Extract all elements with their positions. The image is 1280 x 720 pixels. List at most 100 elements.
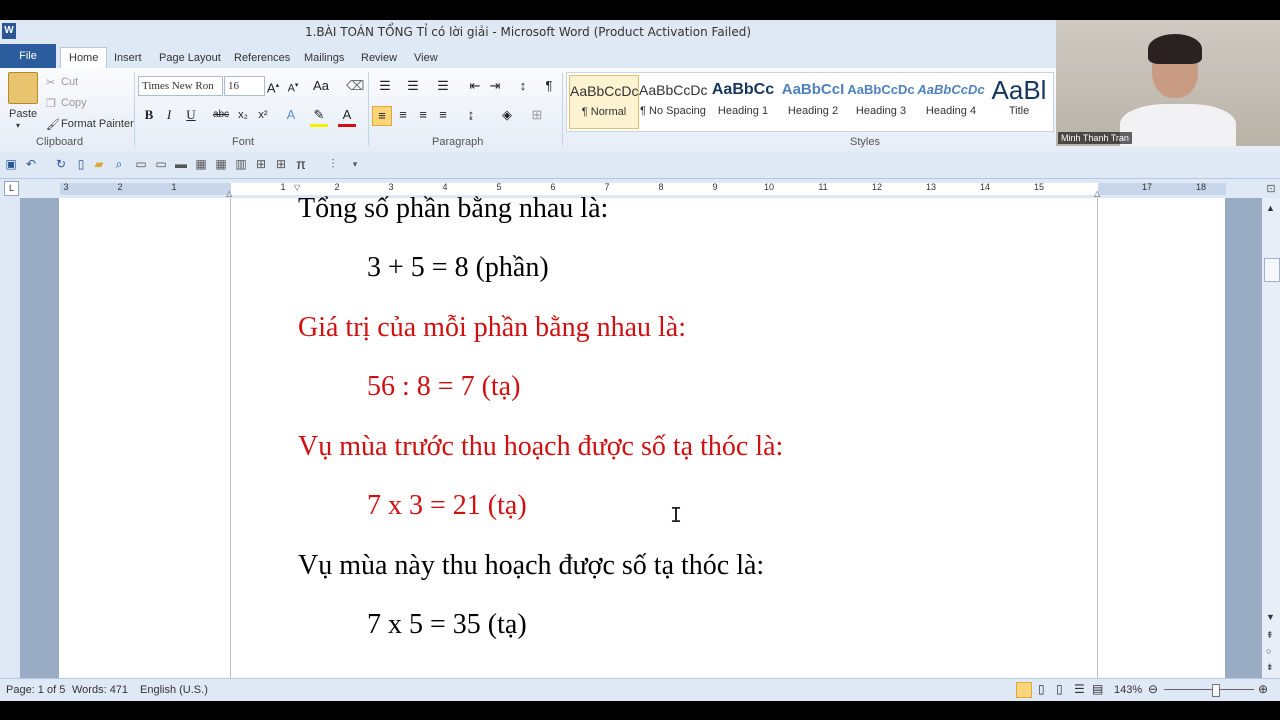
show-formatting-icon[interactable]: ¶ [540,77,558,95]
draft-icon[interactable]: ▤ [1092,682,1103,696]
align-right-icon[interactable]: ≡ [414,106,432,124]
table-columns-icon[interactable]: ▥ [234,157,248,171]
zoom-out-icon[interactable]: ⊖ [1148,682,1158,696]
table-delete-icon[interactable]: ▬ [174,157,188,171]
format-painter-icon[interactable]: 🖌 [46,118,60,131]
text-effects-icon[interactable]: A [282,106,300,124]
table-row-icon[interactable]: ▭ [134,157,148,171]
style-heading-2[interactable]: AaBbCcI Heading 2 [779,75,847,127]
webcam-name-label: Minh Thanh Tran [1058,132,1132,144]
cut-button[interactable]: Cut [61,76,78,88]
increase-indent-icon[interactable]: ⇥ [486,77,504,95]
style-preview: AaBbCcDc [917,82,985,97]
strikethrough-icon[interactable]: abc [212,106,230,124]
paste-icon[interactable] [8,72,38,104]
justify-icon[interactable]: ≡ [434,106,452,124]
tab-view[interactable]: View [406,48,446,68]
superscript-icon[interactable]: x² [254,106,272,124]
right-indent-marker-icon[interactable]: △ [1094,189,1100,198]
next-page-icon[interactable]: ⇟ [1266,662,1274,673]
decrease-indent-icon[interactable]: ⇤ [466,77,484,95]
select-browse-object-icon[interactable]: ○ [1266,646,1271,656]
font-name-combo[interactable]: Times New Ron [138,76,223,96]
tab-selector-icon[interactable]: L [4,181,19,196]
style-no-spacing[interactable]: AaBbCcDc ¶ No Spacing [639,75,707,127]
language[interactable]: English (U.S.) [140,684,208,696]
previous-page-icon[interactable]: ⇞ [1266,630,1274,641]
print-layout-icon[interactable] [1016,682,1032,698]
tab-page-layout[interactable]: Page Layout [151,48,229,68]
view-ruler-icon[interactable]: ⊡ [1262,180,1280,198]
table-insert-icon[interactable]: ▭ [154,157,168,171]
equation-icon[interactable]: π [294,157,308,171]
align-center-icon[interactable]: ≡ [394,106,412,124]
web-layout-icon[interactable]: ▯ [1056,682,1063,696]
new-document-icon[interactable]: ▯ [74,157,88,171]
scroll-down-icon[interactable]: ▼ [1266,612,1275,622]
copy-button[interactable]: Copy [61,97,87,109]
underline-icon[interactable]: U [182,106,200,124]
multilevel-list-icon[interactable]: ☰ [434,77,452,95]
sort-icon[interactable]: ↕ [514,77,532,95]
subscript-icon[interactable]: x₂ [234,106,252,124]
tab-references[interactable]: References [226,48,298,68]
clear-formatting-icon[interactable]: ⌫ [346,77,364,95]
open-folder-icon[interactable]: ▰ [92,157,106,171]
paste-button[interactable]: Paste [9,108,37,120]
style-normal[interactable]: AaBbCcDc ¶ Normal [569,75,639,129]
zoom-slider-thumb[interactable] [1212,684,1220,697]
tab-mailings[interactable]: Mailings [296,48,352,68]
tab-review[interactable]: Review [353,48,405,68]
grow-font-icon[interactable]: A▴ [264,77,282,95]
cut-icon[interactable]: ✂ [46,76,55,89]
style-title[interactable]: AaBl Title [985,75,1053,127]
style-preview: AaBbCcDc [847,82,915,97]
undo-icon[interactable]: ↶ [24,157,38,171]
font-color-icon[interactable]: A [338,106,356,127]
symbol-icon[interactable]: ⫶ [326,157,340,171]
tab-insert[interactable]: Insert [106,48,150,68]
word-count[interactable]: Words: 471 [72,684,128,696]
left-indent-marker-icon[interactable]: △ [226,189,232,198]
style-heading-1[interactable]: AaBbCc Heading 1 [709,75,777,127]
indent-marker-icon[interactable]: ▽ [294,183,300,192]
print-preview-icon[interactable]: ⌕ [112,157,126,171]
doc-line-6: 7 x 3 = 21 (tạ) [367,490,527,521]
copy-icon[interactable]: ❐ [46,97,56,110]
insert-table-icon[interactable]: ▦ [214,157,228,171]
bold-icon[interactable]: B [140,106,158,124]
scroll-thumb[interactable] [1264,258,1280,282]
customize-qat-icon[interactable]: ▾ [348,157,362,171]
table-cells-icon[interactable]: ⊞ [254,157,268,171]
full-screen-reading-icon[interactable]: ▯ [1038,682,1045,696]
redo-icon[interactable]: ↻ [54,157,68,171]
tab-file[interactable]: File [0,44,56,68]
table-split-icon[interactable]: ⊞ [274,157,288,171]
format-painter-button[interactable]: Format Painter [61,118,134,130]
table-grid-icon[interactable]: ▦ [194,157,208,171]
paste-dropdown-icon[interactable]: ▾ [16,121,20,130]
zoom-level[interactable]: 143% [1114,684,1142,696]
zoom-in-icon[interactable]: ⊕ [1258,682,1268,696]
outline-icon[interactable]: ☰ [1074,682,1085,696]
shrink-font-icon[interactable]: A▾ [284,77,302,95]
scroll-up-icon[interactable]: ▲ [1266,203,1275,213]
highlight-icon[interactable]: ✎ [310,106,328,127]
page-count[interactable]: Page: 1 of 5 [6,684,65,696]
align-left-icon[interactable]: ≡ [372,106,392,126]
doc-line-2: 3 + 5 = 8 (phần) [367,252,549,283]
zoom-slider[interactable] [1164,689,1254,690]
change-case-icon[interactable]: Aa [312,77,330,95]
italic-icon[interactable]: I [160,106,178,124]
style-heading-4[interactable]: AaBbCcDc Heading 4 [917,75,985,127]
tab-home[interactable]: Home [60,47,108,69]
font-size-combo[interactable]: 16 [224,76,265,96]
style-preview: AaBbCcDc [570,83,638,99]
numbering-icon[interactable]: ☰ [404,77,422,95]
borders-icon[interactable]: ⊞ [528,106,546,124]
shading-icon[interactable]: ◈ [498,106,516,124]
bullets-icon[interactable]: ☰ [376,77,394,95]
style-heading-3[interactable]: AaBbCcDc Heading 3 [847,75,915,127]
line-spacing-icon[interactable]: ↨ [462,106,480,124]
save-icon[interactable]: ▣ [4,157,18,171]
